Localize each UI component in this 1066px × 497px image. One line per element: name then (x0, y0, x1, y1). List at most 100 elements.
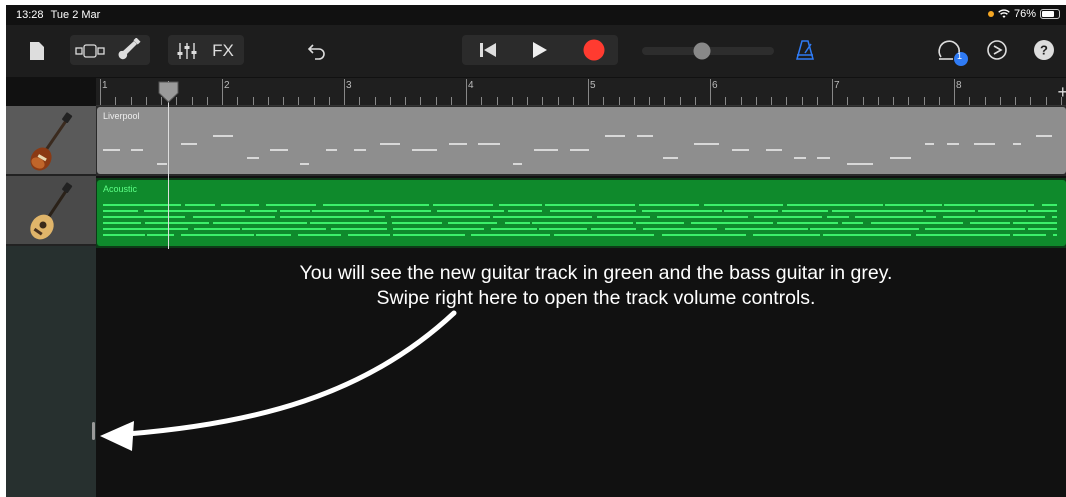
midi-note (1052, 216, 1057, 218)
playhead-line (168, 81, 169, 249)
master-volume-slider[interactable] (642, 41, 774, 61)
midi-note (765, 149, 783, 151)
midi-note (493, 216, 592, 218)
midi-note (657, 216, 748, 218)
ruler-tick (984, 97, 986, 105)
midi-note (299, 163, 309, 165)
midi-note (693, 143, 719, 145)
bar-number: 8 (956, 80, 962, 91)
ruler-tick (283, 97, 284, 105)
ruler-tick (862, 97, 864, 105)
ruler-tick (145, 97, 147, 105)
midi-note (103, 204, 182, 206)
midi-note (312, 210, 370, 212)
midi-note (554, 234, 655, 236)
ruler-tick (603, 97, 605, 105)
midi-note (591, 228, 637, 230)
ruler-tick (405, 97, 406, 105)
go-to-beginning-button[interactable] (468, 37, 508, 63)
ruler-tick (755, 97, 757, 105)
bar-number: 2 (224, 80, 230, 91)
midi-note (212, 135, 233, 137)
help-button[interactable]: ? (1032, 38, 1056, 62)
fx-button[interactable]: FX (208, 39, 238, 63)
play-icon (533, 42, 547, 58)
mixer-button[interactable] (174, 39, 200, 63)
instruction-line-1: You will see the new guitar track in gre… (299, 262, 893, 284)
ruler-tick (1030, 97, 1032, 105)
region-acoustic[interactable]: Acoustic (97, 180, 1066, 246)
orange-dot-indicator (987, 11, 994, 17)
ruler-tick (877, 97, 879, 105)
view-toggle-icon (75, 44, 105, 58)
midi-note (145, 222, 210, 224)
play-button[interactable] (520, 37, 560, 63)
swipe-handle[interactable] (92, 422, 95, 440)
midi-note (103, 216, 185, 218)
battery-percent: 76% (1013, 8, 1036, 20)
record-icon (583, 39, 605, 61)
mixer-icon (177, 43, 197, 59)
record-button[interactable] (574, 37, 614, 63)
ruler-tick (542, 97, 544, 105)
ruler-tick (100, 79, 101, 105)
my-songs-button[interactable] (28, 39, 46, 63)
midi-note (847, 163, 873, 165)
midi-note (512, 163, 523, 165)
midi-note (326, 149, 337, 151)
midi-note (103, 149, 120, 151)
fx-label: FX (212, 41, 234, 60)
volume-slider-knob[interactable] (693, 42, 711, 60)
midi-note (255, 234, 292, 236)
instrument-button[interactable] (114, 37, 144, 63)
midi-note (944, 204, 1035, 206)
region-liverpool[interactable]: Liverpool (97, 107, 1066, 174)
midi-note (604, 135, 625, 137)
midi-note (641, 210, 722, 212)
midi-note (1012, 222, 1057, 224)
ruler-tick (801, 97, 803, 105)
browser-view-button[interactable] (72, 39, 108, 63)
ruler-tick (374, 97, 376, 105)
midi-note (103, 210, 139, 212)
midi-note (596, 216, 650, 218)
add-section-button[interactable]: + (1057, 82, 1066, 103)
midi-note (704, 204, 783, 206)
midi-note (432, 204, 494, 206)
region-label-liverpool: Liverpool (103, 111, 140, 121)
ruler-tick (298, 97, 300, 105)
go-to-beginning-icon (480, 43, 496, 57)
midi-note (782, 210, 828, 212)
midi-note (103, 234, 145, 236)
acoustic-guitar-icon (30, 182, 73, 240)
midi-note (347, 234, 390, 236)
ruler-tick (618, 97, 620, 105)
midi-note (787, 204, 883, 206)
ruler-tick (130, 97, 132, 105)
ruler-tick (206, 97, 208, 105)
loop-browser-button[interactable]: 1 (936, 35, 970, 67)
timeline-ruler[interactable]: 1 2 3 4 5 6 7 8 + (96, 78, 1066, 106)
ruler-tick (466, 79, 467, 105)
midi-note (636, 222, 685, 224)
status-indicators: 76% (987, 8, 1060, 20)
track-header-liverpool[interactable] (6, 106, 96, 176)
ruler-tick (969, 97, 971, 105)
midi-note (884, 204, 942, 206)
metronome-icon (796, 40, 814, 60)
undo-button[interactable] (304, 39, 330, 63)
instruction-line-2: Swipe right here to open the track volum… (376, 287, 816, 309)
track-header-acoustic[interactable] (6, 176, 96, 246)
ruler-tick (267, 97, 269, 105)
song-settings-button[interactable] (984, 37, 1010, 63)
midi-note (817, 157, 831, 159)
playhead-handle[interactable] (158, 81, 179, 103)
ruler-tick (847, 97, 849, 105)
midi-note (411, 149, 438, 151)
metronome-button[interactable] (792, 37, 818, 63)
ruler-tick (359, 97, 361, 105)
midi-note (157, 163, 167, 165)
midi-note (265, 204, 317, 206)
instruction-text: You will see the new guitar track in gre… (156, 261, 1036, 311)
midi-note (130, 149, 144, 151)
